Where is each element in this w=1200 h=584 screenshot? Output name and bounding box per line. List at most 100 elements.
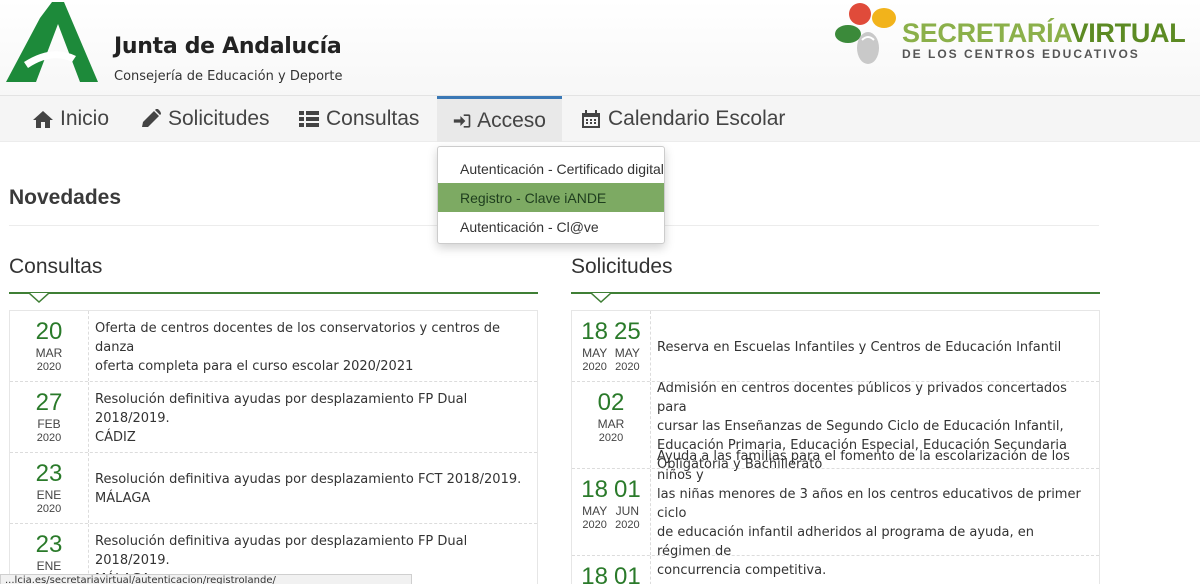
- date-day: 02: [597, 389, 625, 416]
- date-year: 2020: [615, 361, 640, 373]
- main-nav: Inicio Solicitudes Consultas Acceso Cale…: [0, 96, 1200, 142]
- nav-calendario-label: Calendario Escolar: [608, 107, 786, 130]
- date-year: 2020: [582, 361, 607, 373]
- item-text-line: de educación infantil adheridos al progr…: [657, 524, 1034, 559]
- junta-andalucia-logo[interactable]: [6, 0, 98, 84]
- date-column: 25 MAY 2020: [614, 320, 641, 381]
- date-year: 2020: [615, 519, 640, 531]
- item-text-line: cursar las Enseñanzas de Segundo Ciclo d…: [657, 418, 1064, 434]
- sv-title-part2: VIRTUAL: [1070, 18, 1186, 48]
- list-item[interactable]: 20 MAR 2020 Oferta de centros docentes de l…: [10, 311, 537, 382]
- nav-solicitudes-label: Solicitudes: [168, 107, 270, 130]
- date-column: 27 FEB 2020: [36, 391, 63, 452]
- nav-consultas[interactable]: Consultas: [282, 96, 435, 142]
- date-column: 02 MAR 2020: [598, 391, 625, 468]
- item-text-line: Ayuda a las familias para el fomento de …: [657, 448, 1070, 483]
- date-column: 18 MAY 2020: [581, 320, 608, 381]
- nav-calendario[interactable]: Calendario Escolar: [564, 96, 801, 142]
- date-column: 01: [614, 565, 641, 584]
- menu-item-clave-iande[interactable]: Registro - Clave iANDE: [438, 183, 664, 212]
- consultas-title: Consultas: [9, 255, 103, 278]
- item-text-line: Resolución definitiva ayudas por desplaz…: [95, 472, 522, 487]
- date-year: 2020: [598, 432, 624, 444]
- item-text-line: Reserva en Escuelas Infantiles y Centros…: [657, 339, 1062, 355]
- date-year: 2020: [582, 519, 607, 531]
- date-block: 02 MAR 2020: [572, 382, 651, 468]
- consultas-rule: [9, 292, 538, 294]
- date-day: 27: [35, 389, 63, 416]
- list-item[interactable]: 23ENE2020 Resolución definitiva ayudas po…: [10, 453, 537, 524]
- nav-inicio[interactable]: Inicio: [16, 96, 125, 142]
- nav-inicio-label: Inicio: [60, 107, 110, 130]
- nav-acceso[interactable]: Acceso: [437, 96, 562, 142]
- secretaria-virtual-logo[interactable]: [834, 0, 902, 70]
- item-text-line: Admisión en centros docentes públicos y …: [657, 380, 1067, 415]
- secretaria-virtual-subtitle: DE LOS CENTROS EDUCATIVOS: [902, 47, 1140, 61]
- solicitudes-rule: [571, 292, 1100, 294]
- date-block: 18 MAY 2020 25 MAY 2020: [572, 311, 651, 381]
- item-text[interactable]: Oferta de centros docentes de los conser…: [89, 311, 537, 381]
- date-day: 20: [35, 318, 63, 345]
- item-text-line: las niñas menores de 3 años en los centr…: [657, 486, 1081, 521]
- date-day: 01: [614, 563, 641, 584]
- date-column: 23ENE2020: [36, 462, 63, 523]
- date-month: JUN: [615, 504, 640, 518]
- date-month: ENE: [36, 488, 62, 502]
- date-day: 18: [581, 318, 608, 345]
- list-item[interactable]: 18 MAY 2020 01 JUN 2020 Ayuda a las familias p…: [572, 449, 1099, 578]
- home-icon: [33, 111, 53, 128]
- list-item[interactable]: 18 MAY 2020 25 MAY 2020 Reserva en Escuelas In…: [572, 311, 1099, 382]
- item-text-line: CÁDIZ: [95, 429, 136, 445]
- date-month: ENE: [36, 559, 62, 573]
- menu-item-certificado-digital[interactable]: Autenticación - Certificado digital: [438, 154, 664, 183]
- date-day: 23: [35, 531, 63, 558]
- item-text[interactable]: Reserva en Escuelas Infantiles y Centros…: [651, 311, 1099, 381]
- date-month: FEB: [37, 417, 61, 431]
- item-text-line: oferta completa para el curso escolar 20…: [95, 358, 414, 374]
- nav-solicitudes[interactable]: Solicitudes: [124, 96, 286, 142]
- consultas-caret-icon: [29, 293, 49, 303]
- item-text-line: Resolución definitiva ayudas por desplaz…: [95, 391, 468, 426]
- date-day: 25: [614, 318, 641, 345]
- pencil-icon: [142, 109, 161, 127]
- date-column: 20 MAR 2020: [36, 320, 63, 381]
- date-day: 18: [581, 563, 608, 584]
- date-day: 23: [35, 460, 63, 487]
- nav-consultas-label: Consultas: [326, 107, 420, 130]
- date-block: 18 MAY 2020 01 JUN 2020: [572, 469, 651, 555]
- status-bar-url: ...lcia.es/secretariavirtual/autenticaci…: [0, 574, 412, 584]
- item-text[interactable]: Ayuda a las familias para el fomento de …: [651, 449, 1099, 578]
- list-item[interactable]: 27 FEB 2020 Resolución definitiva ayudas po…: [10, 382, 537, 453]
- novedades-title: Novedades: [9, 186, 122, 209]
- date-column: 18: [581, 565, 608, 584]
- item-text-line: Oferta de centros docentes de los conser…: [95, 320, 501, 355]
- consultas-list: 20 MAR 2020 Oferta de centros docentes de l…: [9, 310, 538, 584]
- brand-subtitle: Consejería de Educación y Deporte: [114, 69, 343, 84]
- solicitudes-list: 18 MAY 2020 25 MAY 2020 Reserva en Escuelas In…: [571, 310, 1100, 584]
- site-header: Junta de Andalucía Consejería de Educaci…: [0, 0, 1200, 96]
- solicitudes-title: Solicitudes: [571, 255, 673, 278]
- item-text[interactable]: [651, 556, 1099, 584]
- date-year: 2020: [36, 432, 62, 444]
- date-month: MAY: [582, 504, 608, 518]
- list-item[interactable]: 18 01: [572, 556, 1099, 584]
- sv-title-part1: SECRETARÍA: [902, 18, 1071, 48]
- date-year: 2020: [36, 361, 62, 373]
- item-text-line: MÁLAGA: [95, 491, 151, 506]
- menu-item-clave[interactable]: Autenticación - Cl@ve: [438, 212, 664, 241]
- calendar-icon: [582, 110, 600, 128]
- date-month: MAY: [614, 346, 640, 360]
- nav-acceso-label: Acceso: [477, 108, 546, 132]
- date-month: MAR: [35, 346, 63, 360]
- item-text[interactable]: Resolución definitiva ayudas por desplaz…: [89, 453, 537, 523]
- date-block: 18 01: [572, 556, 651, 584]
- item-text[interactable]: Resolución definitiva ayudas por desplaz…: [89, 382, 537, 452]
- date-block: 20 MAR 2020: [10, 311, 89, 381]
- date-month: MAR: [597, 417, 625, 431]
- secretaria-virtual-title: SECRETARÍAVIRTUAL: [902, 18, 1186, 49]
- list-icon: [299, 111, 319, 127]
- brand-title[interactable]: Junta de Andalucía: [114, 34, 342, 59]
- date-month: MAY: [582, 346, 608, 360]
- date-block: 27 FEB 2020: [10, 382, 89, 452]
- date-year: 2020: [36, 503, 62, 515]
